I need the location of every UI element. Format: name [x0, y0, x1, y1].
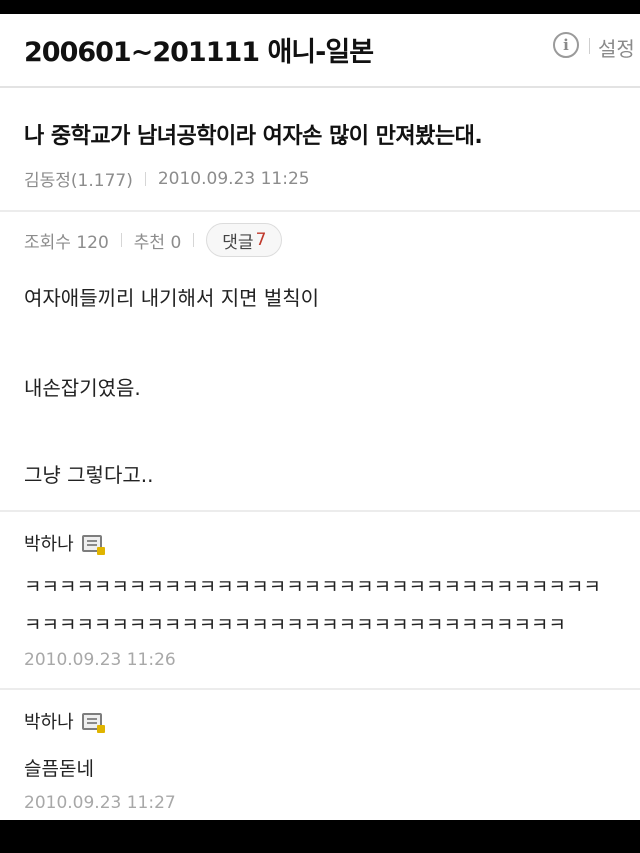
comment-label: 댓글	[222, 232, 254, 253]
stats-divider	[193, 233, 195, 247]
comment-item: 박하나 슬픔돋네 2010.09.23 11:27	[0, 688, 640, 820]
comment-author[interactable]: 박하나	[24, 530, 105, 556]
post-title: 나 중학교가 남녀공학이라 여자손 많이 만져봤는대.	[24, 124, 483, 149]
memo-icon[interactable]	[81, 534, 105, 555]
comment-text-line: ㅋㅋㅋㅋㅋㅋㅋㅋㅋㅋㅋㅋㅋㅋㅋㅋㅋㅋㅋㅋㅋㅋㅋㅋㅋㅋㅋㅋㅋㅋㅋㅋㅋ	[24, 576, 601, 598]
post-meta: 김동정(1.177) 2010.09.23 11:25	[24, 166, 310, 192]
board-title[interactable]: 200601~201111 애니-일본	[24, 30, 374, 69]
bottom-black-bar	[0, 820, 640, 853]
like-count[interactable]: 추천 0	[134, 228, 182, 253]
memo-icon[interactable]	[81, 712, 105, 733]
post-page: 200601~201111 애니-일본 i 설정 나 중학교가 남녀공학이라 여…	[0, 14, 640, 820]
settings-button[interactable]: 설정	[598, 33, 635, 62]
post-author[interactable]: 김동정(1.177)	[24, 166, 133, 191]
comment-item: 박하나 ㅋㅋㅋㅋㅋㅋㅋㅋㅋㅋㅋㅋㅋㅋㅋㅋㅋㅋㅋㅋㅋㅋㅋㅋㅋㅋㅋㅋㅋㅋㅋㅋㅋ ㅋㅋ…	[0, 510, 640, 688]
post-header: 나 중학교가 남녀공학이라 여자손 많이 만져봤는대. 김동정(1.177) 2…	[0, 88, 640, 212]
comment-text-line: ㅋㅋㅋㅋㅋㅋㅋㅋㅋㅋㅋㅋㅋㅋㅋㅋㅋㅋㅋㅋㅋㅋㅋㅋㅋㅋㅋㅋㅋㅋㅋ	[24, 614, 566, 636]
board-header: 200601~201111 애니-일본 i 설정	[0, 14, 640, 88]
comment-author-name: 박하나	[24, 712, 74, 733]
comment-author-name: 박하나	[24, 534, 74, 555]
info-icon[interactable]: i	[553, 32, 579, 58]
comment-date: 2010.09.23 11:27	[24, 793, 176, 813]
comment-date: 2010.09.23 11:26	[24, 650, 176, 670]
comment-count: 7	[255, 230, 267, 250]
post-body-line: 여자애들끼리 내기해서 지면 벌칙이	[24, 286, 320, 310]
post-stats: 조회수 120 추천 0 댓글 7	[24, 222, 283, 258]
post-body-line: 내손잡기였음.	[24, 376, 141, 400]
top-black-bar	[0, 0, 640, 14]
comment-count-button[interactable]: 댓글 7	[206, 223, 283, 257]
meta-divider	[144, 171, 146, 186]
comment-text-line: 슬픔돋네	[24, 758, 94, 780]
view-count: 조회수 120	[24, 232, 109, 253]
post-body-line: 그냥 그렇다고..	[24, 463, 154, 487]
header-divider	[589, 38, 590, 54]
post-date: 2010.09.23 11:25	[157, 168, 310, 189]
comment-author[interactable]: 박하나	[24, 708, 105, 734]
stats-divider	[120, 233, 122, 247]
